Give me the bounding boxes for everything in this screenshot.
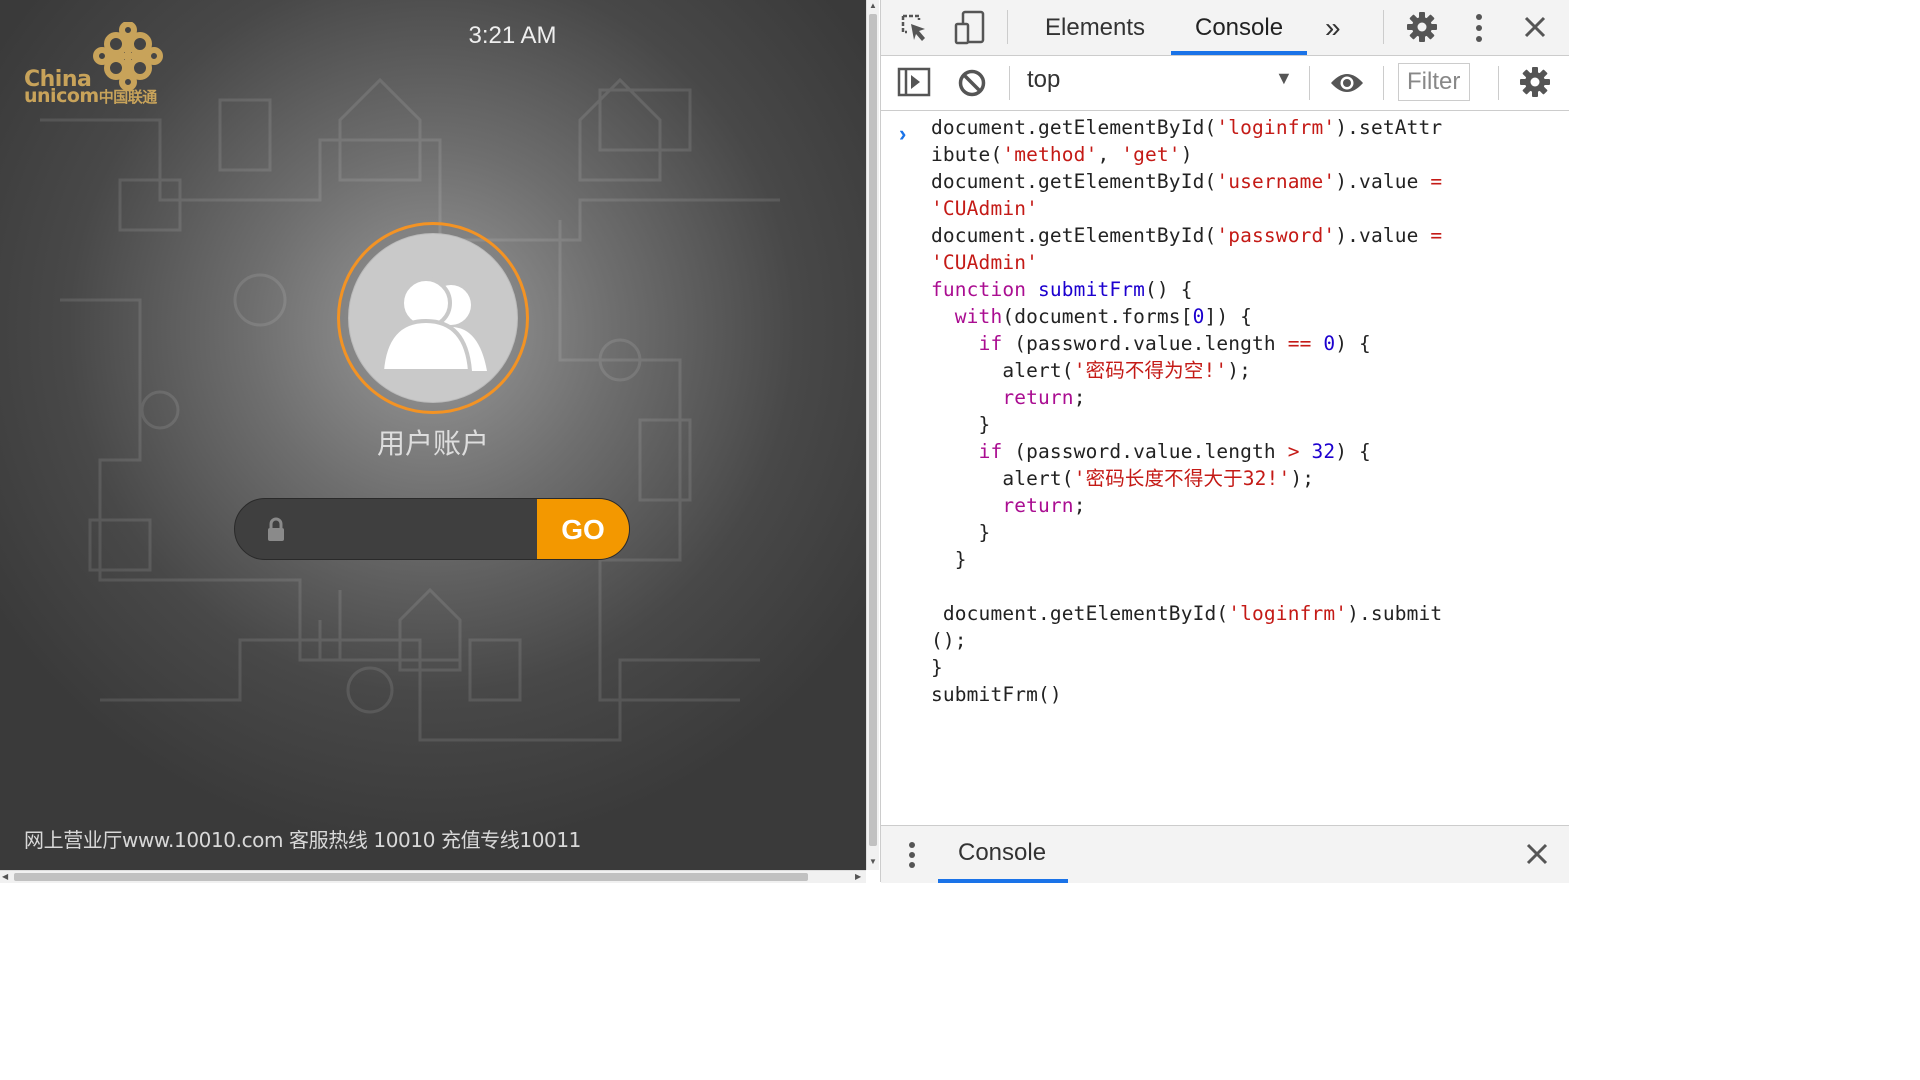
go-button[interactable]: GO	[537, 499, 629, 559]
settings-gear-icon[interactable]	[1406, 11, 1438, 43]
logo-text-unicom-cn: 中国联通	[98, 88, 158, 106]
tab-console[interactable]: Console	[1195, 0, 1283, 55]
context-selector-value: top	[1027, 66, 1061, 93]
sidebar-toggle-icon[interactable]	[897, 67, 931, 97]
avatar-ring	[337, 222, 529, 414]
drawer-active-indicator	[938, 879, 1068, 883]
vertical-scrollbar[interactable]: ▲ ▼	[866, 0, 879, 870]
close-drawer-icon[interactable]	[1526, 843, 1548, 865]
dropdown-arrow-icon: ▼	[1275, 68, 1293, 88]
tab-elements[interactable]: Elements	[1045, 0, 1145, 55]
users-icon	[379, 277, 487, 373]
filter-input[interactable]: Filter	[1398, 63, 1470, 101]
toolbar-separator	[1383, 66, 1384, 100]
devtools-tabbar: Elements Console »	[881, 0, 1569, 56]
active-tab-indicator	[1171, 51, 1307, 55]
console-prompt-chevron-icon: ›	[899, 121, 907, 146]
logo-text-unicom: unicom中国联通	[24, 85, 157, 107]
scroll-right-icon[interactable]: ▶	[855, 872, 861, 881]
device-viewport: China unicom中国联通 3:21 AM 用户账户 GO 网上营业厅ww…	[0, 0, 866, 870]
scroll-left-icon[interactable]: ◀	[2, 872, 8, 881]
lock-icon	[268, 517, 284, 541]
toolbar-separator	[1009, 66, 1010, 100]
more-tabs-button[interactable]: »	[1325, 0, 1341, 55]
horizontal-scroll-thumb[interactable]	[14, 873, 808, 881]
toolbar-separator	[1309, 66, 1310, 100]
console-output[interactable]: › document.getElementById('loginfrm').se…	[881, 111, 1569, 824]
devtools-panel: Elements Console » top ▼ Filter › docume…	[880, 0, 1569, 883]
console-toolbar: top ▼ Filter	[881, 56, 1569, 111]
logo-text-unicom-en: unicom	[24, 85, 99, 107]
vertical-scroll-thumb[interactable]	[869, 14, 877, 846]
footer-info: 网上营业厅www.10010.com 客服热线 10010 充值专线10011	[24, 828, 582, 852]
device-toolbar-icon[interactable]	[953, 10, 987, 46]
toolbar-separator	[1498, 66, 1499, 100]
live-expression-eye-icon[interactable]	[1329, 71, 1365, 95]
devtools-drawer: Console	[881, 825, 1569, 883]
inspect-element-icon[interactable]	[899, 12, 931, 44]
drawer-menu-icon[interactable]	[905, 840, 919, 870]
password-input[interactable]	[295, 509, 529, 551]
close-devtools-icon[interactable]	[1523, 15, 1547, 39]
console-input-code[interactable]: document.getElementById('loginfrm').setA…	[931, 114, 1442, 708]
kebab-menu-icon[interactable]	[1469, 12, 1489, 44]
clear-console-icon[interactable]	[957, 68, 987, 98]
context-selector[interactable]: top ▼	[1027, 66, 1293, 94]
toolbar-separator	[1007, 10, 1008, 44]
user-account-label: 用户账户	[376, 427, 489, 460]
horizontal-scrollbar[interactable]: ◀ ▶	[0, 870, 866, 883]
avatar	[348, 233, 518, 403]
toolbar-separator	[1383, 10, 1384, 44]
login-form: GO	[234, 498, 630, 560]
console-settings-gear-icon[interactable]	[1519, 66, 1551, 98]
scroll-up-icon[interactable]: ▲	[869, 1, 877, 10]
drawer-tab-console[interactable]: Console	[958, 839, 1046, 867]
clock: 3:21 AM	[468, 22, 557, 49]
scroll-down-icon[interactable]: ▼	[869, 857, 877, 866]
